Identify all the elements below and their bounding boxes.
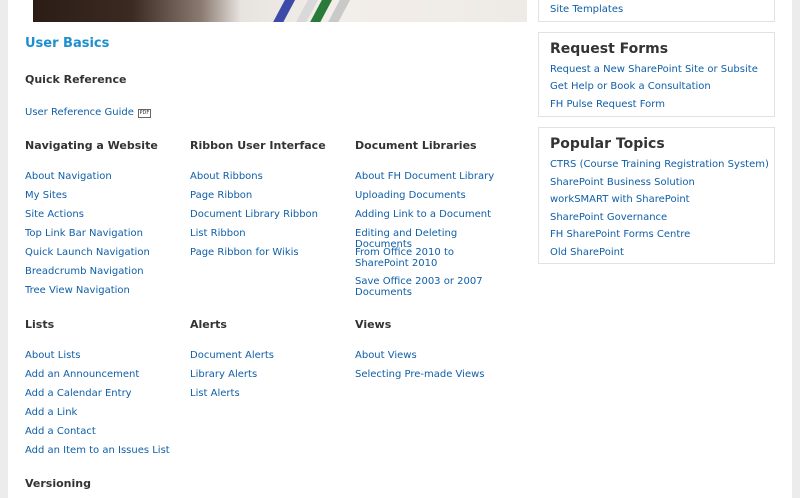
page-title: User Basics [25, 36, 110, 51]
link-document-alerts[interactable]: Document Alerts [190, 350, 350, 361]
quick-reference-heading: Quick Reference [25, 73, 127, 86]
link-page-ribbon[interactable]: Page Ribbon [190, 190, 350, 201]
sidebar-top-box: Site Templates [538, 0, 775, 22]
navigating-heading: Navigating a Website [25, 139, 158, 152]
link-page-ribbon-wikis[interactable]: Page Ribbon for Wikis [190, 247, 350, 258]
hero-banner-image [33, 0, 527, 22]
link-quick-launch[interactable]: Quick Launch Navigation [25, 247, 185, 258]
user-reference-guide-label: User Reference Guide [25, 107, 134, 118]
link-fh-pulse-request[interactable]: FH Pulse Request Form [550, 99, 665, 110]
doclibs-heading: Document Libraries [355, 139, 477, 152]
link-sharepoint-business-solution[interactable]: SharePoint Business Solution [550, 177, 695, 188]
link-add-announcement[interactable]: Add an Announcement [25, 369, 185, 380]
link-sharepoint-governance[interactable]: SharePoint Governance [550, 212, 667, 223]
ribbon-heading: Ribbon User Interface [190, 139, 326, 152]
views-heading: Views [355, 318, 392, 331]
link-about-fh-doc-library[interactable]: About FH Document Library [355, 171, 515, 182]
popular-topics-box: Popular Topics CTRS (Course Training Reg… [538, 127, 775, 264]
link-my-sites[interactable]: My Sites [25, 190, 185, 201]
lists-heading: Lists [25, 318, 55, 331]
link-about-views[interactable]: About Views [355, 350, 515, 361]
link-site-actions[interactable]: Site Actions [25, 209, 185, 220]
popular-topics-heading: Popular Topics [550, 136, 665, 152]
link-list-alerts[interactable]: List Alerts [190, 388, 350, 399]
link-worksmart[interactable]: workSMART with SharePoint [550, 194, 690, 205]
link-add-issue-item[interactable]: Add an Item to an Issues List [25, 445, 195, 456]
link-forms-centre[interactable]: FH SharePoint Forms Centre [550, 229, 690, 240]
link-library-alerts[interactable]: Library Alerts [190, 369, 350, 380]
pdf-icon: PDF [137, 109, 151, 118]
link-get-help[interactable]: Get Help or Book a Consultation [550, 81, 711, 92]
link-add-contact[interactable]: Add a Contact [25, 426, 185, 437]
versioning-heading: Versioning [25, 477, 91, 490]
link-about-lists[interactable]: About Lists [25, 350, 185, 361]
link-office-2010[interactable]: From Office 2010 to SharePoint 2010 [355, 247, 510, 269]
link-breadcrumb[interactable]: Breadcrumb Navigation [25, 266, 185, 277]
link-uploading-documents[interactable]: Uploading Documents [355, 190, 515, 201]
link-add-link[interactable]: Add a Link [25, 407, 185, 418]
request-forms-box: Request Forms Request a New SharePoint S… [538, 32, 775, 117]
link-tree-view[interactable]: Tree View Navigation [25, 285, 185, 296]
link-ctrs[interactable]: CTRS (Course Training Registration Syste… [550, 159, 769, 170]
request-forms-heading: Request Forms [550, 41, 669, 57]
page-canvas: User Basics Quick Reference User Referen… [8, 0, 792, 498]
link-list-ribbon[interactable]: List Ribbon [190, 228, 350, 239]
link-save-office-2003[interactable]: Save Office 2003 or 2007 Documents [355, 276, 490, 298]
link-top-link-bar[interactable]: Top Link Bar Navigation [25, 228, 185, 239]
link-adding-link[interactable]: Adding Link to a Document [355, 209, 515, 220]
banner-pen-blue [269, 0, 296, 22]
link-document-library-ribbon[interactable]: Document Library Ribbon [190, 209, 350, 220]
link-site-templates[interactable]: Site Templates [550, 4, 623, 15]
alerts-heading: Alerts [190, 318, 227, 331]
user-reference-guide-link[interactable]: User Reference Guide PDF [25, 107, 151, 118]
link-old-sharepoint[interactable]: Old SharePoint [550, 247, 624, 258]
link-about-ribbons[interactable]: About Ribbons [190, 171, 350, 182]
link-about-navigation[interactable]: About Navigation [25, 171, 185, 182]
link-selecting-views[interactable]: Selecting Pre-made Views [355, 369, 515, 380]
link-request-new-site[interactable]: Request a New SharePoint Site or Subsite [550, 64, 758, 75]
link-add-calendar-entry[interactable]: Add a Calendar Entry [25, 388, 185, 399]
